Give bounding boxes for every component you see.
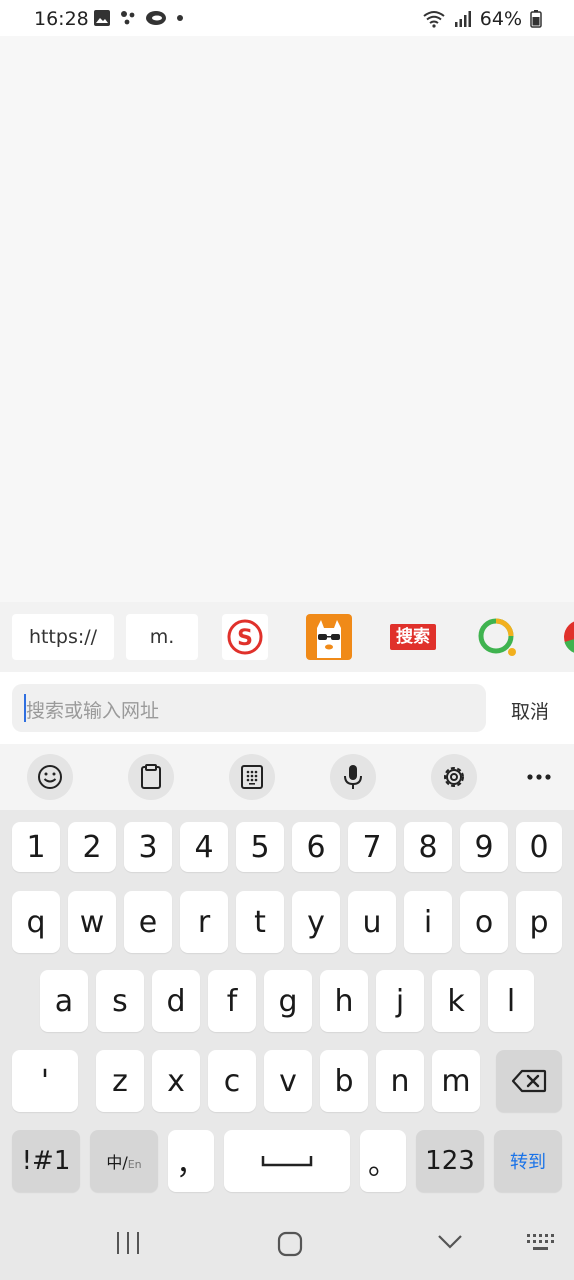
space-icon <box>261 1156 313 1167</box>
more-icon[interactable] <box>516 754 562 800</box>
key-8[interactable]: 8 <box>404 822 452 872</box>
keypad-icon[interactable] <box>229 754 275 800</box>
language-key[interactable]: 中/En <box>90 1130 158 1192</box>
status-time: 16:28 <box>34 8 89 30</box>
key-r[interactable]: r <box>180 891 228 953</box>
key-w[interactable]: w <box>68 891 116 953</box>
keyboard: 1 2 3 4 5 6 7 8 9 0 q w e r t y u i o p … <box>0 810 574 1210</box>
key-2[interactable]: 2 <box>68 822 116 872</box>
chip-https[interactable]: https:// <box>12 614 114 660</box>
key-1[interactable]: 1 <box>12 822 60 872</box>
period-key[interactable]: 。 <box>360 1130 406 1192</box>
uc-llama-icon[interactable] <box>306 614 352 660</box>
key-s[interactable]: s <box>96 970 144 1032</box>
go-key[interactable]: 转到 <box>494 1130 562 1192</box>
emoji-icon[interactable] <box>27 754 73 800</box>
key-d[interactable]: d <box>152 970 200 1032</box>
key-3[interactable]: 3 <box>124 822 172 872</box>
key-n[interactable]: n <box>376 1050 424 1112</box>
backspace-key[interactable] <box>496 1050 562 1112</box>
language-key-sub: En <box>127 1157 142 1171</box>
symbols-key[interactable]: !#1 <box>12 1130 80 1192</box>
key-y[interactable]: y <box>292 891 340 953</box>
search-placeholder: 搜索或输入网址 <box>26 700 160 722</box>
key-m[interactable]: m <box>432 1050 480 1112</box>
cancel-button[interactable]: 取消 <box>511 697 549 724</box>
quick-input-row: https:// m. S 搜索 <box>0 602 574 672</box>
home-icon[interactable] <box>276 1230 304 1262</box>
key-i[interactable]: i <box>404 891 452 953</box>
cloud-app-icon <box>146 11 166 25</box>
key-7[interactable]: 7 <box>348 822 396 872</box>
numbers-key[interactable]: 123 <box>416 1130 484 1192</box>
key-v[interactable]: v <box>264 1050 312 1112</box>
key-u[interactable]: u <box>348 891 396 953</box>
key-9[interactable]: 9 <box>460 822 508 872</box>
comma-key[interactable]: ， <box>168 1130 214 1192</box>
key-h[interactable]: h <box>320 970 368 1032</box>
key-g[interactable]: g <box>264 970 312 1032</box>
keyboard-toolbar <box>0 744 574 810</box>
dots-app-icon <box>121 11 135 25</box>
key-5[interactable]: 5 <box>236 822 284 872</box>
search-input[interactable]: 搜索或输入网址 <box>12 684 486 732</box>
space-key[interactable] <box>224 1130 350 1192</box>
key-k[interactable]: k <box>432 970 480 1032</box>
360-icon[interactable] <box>474 614 520 660</box>
status-bar: 16:28 64% <box>0 0 574 36</box>
search-shortcut-label: 搜索 <box>396 627 430 647</box>
key-l[interactable]: l <box>488 970 534 1032</box>
battery-percent: 64% <box>479 8 522 30</box>
signal-icon <box>454 11 471 27</box>
key-6[interactable]: 6 <box>292 822 340 872</box>
key-e[interactable]: e <box>124 891 172 953</box>
key-a[interactable]: a <box>40 970 88 1032</box>
dot-icon <box>177 15 183 21</box>
search-shortcut-icon[interactable]: 搜索 <box>390 614 436 660</box>
sogou-icon[interactable]: S <box>222 614 268 660</box>
key-c[interactable]: c <box>208 1050 256 1112</box>
key-t[interactable]: t <box>236 891 284 953</box>
web-content-area <box>0 36 574 602</box>
key-apostrophe[interactable]: ' <box>12 1050 78 1112</box>
key-4[interactable]: 4 <box>180 822 228 872</box>
key-z[interactable]: z <box>96 1050 144 1112</box>
key-f[interactable]: f <box>208 970 256 1032</box>
keyboard-switch-icon[interactable] <box>526 1232 556 1258</box>
back-down-icon[interactable] <box>436 1232 464 1256</box>
notification-icons <box>93 9 185 27</box>
key-0[interactable]: 0 <box>516 822 562 872</box>
key-j[interactable]: j <box>376 970 424 1032</box>
microphone-icon[interactable] <box>330 754 376 800</box>
status-right: 64% <box>422 8 542 30</box>
clipboard-icon[interactable] <box>128 754 174 800</box>
backspace-icon <box>511 1069 547 1093</box>
battery-icon <box>530 10 542 28</box>
chrome-icon[interactable] <box>558 614 574 660</box>
key-x[interactable]: x <box>152 1050 200 1112</box>
key-o[interactable]: o <box>460 891 508 953</box>
svg-text:S: S <box>237 626 253 651</box>
image-icon <box>94 10 110 26</box>
key-q[interactable]: q <box>12 891 60 953</box>
wifi-icon <box>423 11 445 28</box>
recent-apps-icon[interactable] <box>113 1230 143 1260</box>
language-key-main: 中/ <box>106 1153 128 1172</box>
search-row: 搜索或输入网址 取消 <box>0 672 574 744</box>
key-b[interactable]: b <box>320 1050 368 1112</box>
navigation-bar <box>0 1210 574 1280</box>
chip-m[interactable]: m. <box>126 614 198 660</box>
settings-icon[interactable] <box>431 754 477 800</box>
key-p[interactable]: p <box>516 891 562 953</box>
